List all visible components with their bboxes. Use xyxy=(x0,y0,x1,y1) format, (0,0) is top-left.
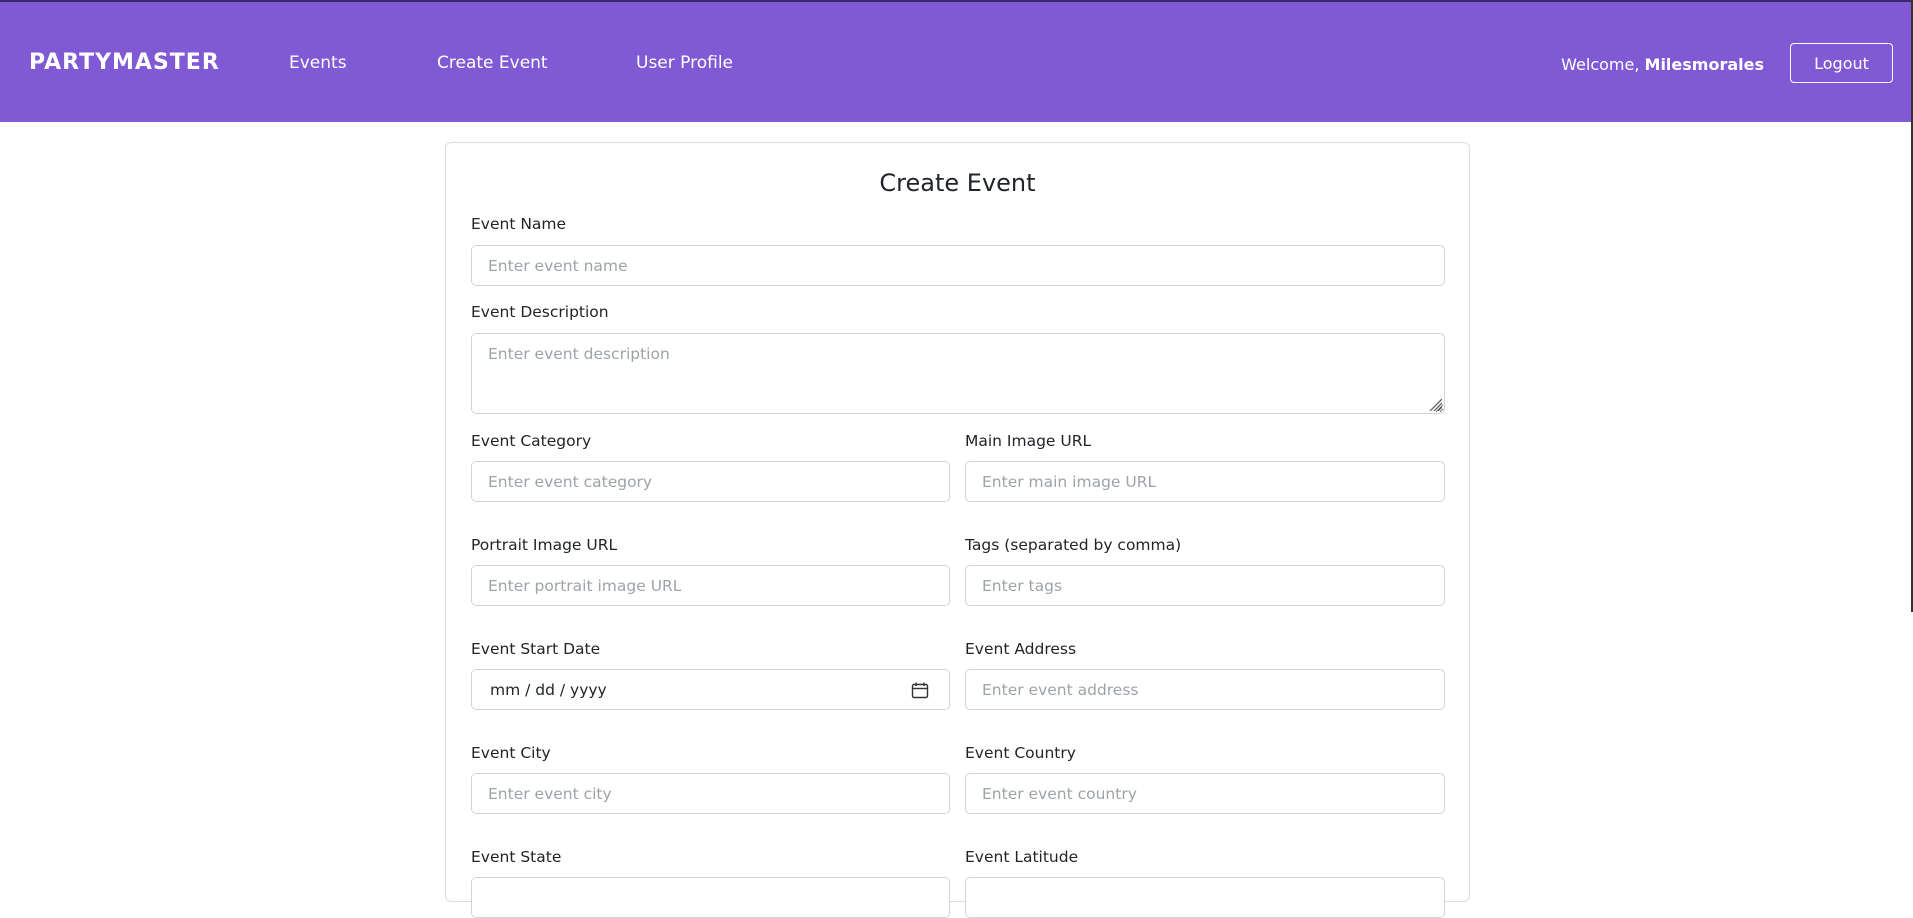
tags-input[interactable] xyxy=(965,565,1445,606)
brand-logo[interactable]: PARTYMASTER xyxy=(29,50,220,75)
nav-link-create-event[interactable]: Create Event xyxy=(437,53,548,73)
event-start-date-input[interactable]: mm / dd / yyyy xyxy=(471,669,950,710)
create-event-form: Create Event Event Name Event Descriptio… xyxy=(445,142,1470,918)
main-image-url-label: Main Image URL xyxy=(965,432,1092,450)
event-city-label: Event City xyxy=(471,744,551,762)
event-latitude-input[interactable] xyxy=(965,877,1445,918)
username: Milesmorales xyxy=(1644,55,1764,74)
form-title: Create Event xyxy=(879,169,1036,197)
nav-link-events[interactable]: Events xyxy=(289,53,347,73)
event-name-label: Event Name xyxy=(471,215,567,233)
event-address-input[interactable] xyxy=(965,669,1445,710)
date-placeholder: mm / dd / yyyy xyxy=(490,680,607,699)
portrait-image-url-label: Portrait Image URL xyxy=(471,536,618,554)
event-city-input[interactable] xyxy=(471,773,950,814)
event-state-label: Event State xyxy=(471,848,562,866)
resize-grip-icon[interactable] xyxy=(1428,397,1442,411)
event-description-wrapper xyxy=(471,333,1445,414)
event-latitude-label: Event Latitude xyxy=(965,848,1079,866)
event-address-label: Event Address xyxy=(965,640,1077,658)
event-country-input[interactable] xyxy=(965,773,1445,814)
welcome-prefix: Welcome, xyxy=(1561,55,1645,74)
event-category-input[interactable] xyxy=(471,461,950,502)
top-navbar: PARTYMASTER Events Create Event User Pro… xyxy=(0,0,1913,122)
event-name-input[interactable] xyxy=(471,245,1445,286)
event-description-textarea[interactable] xyxy=(471,333,1445,414)
event-country-label: Event Country xyxy=(965,744,1076,762)
nav-link-user-profile[interactable]: User Profile xyxy=(636,53,733,73)
portrait-image-url-input[interactable] xyxy=(471,565,950,606)
event-start-date-label: Event Start Date xyxy=(471,640,601,658)
event-description-label: Event Description xyxy=(471,303,609,321)
welcome-message: Welcome, Milesmorales xyxy=(1561,55,1764,74)
tags-label: Tags (separated by comma) xyxy=(965,536,1182,554)
event-category-label: Event Category xyxy=(471,432,592,450)
logout-button[interactable]: Logout xyxy=(1790,43,1893,83)
event-state-input[interactable] xyxy=(471,877,950,918)
main-image-url-input[interactable] xyxy=(965,461,1445,502)
calendar-icon[interactable] xyxy=(911,682,929,699)
